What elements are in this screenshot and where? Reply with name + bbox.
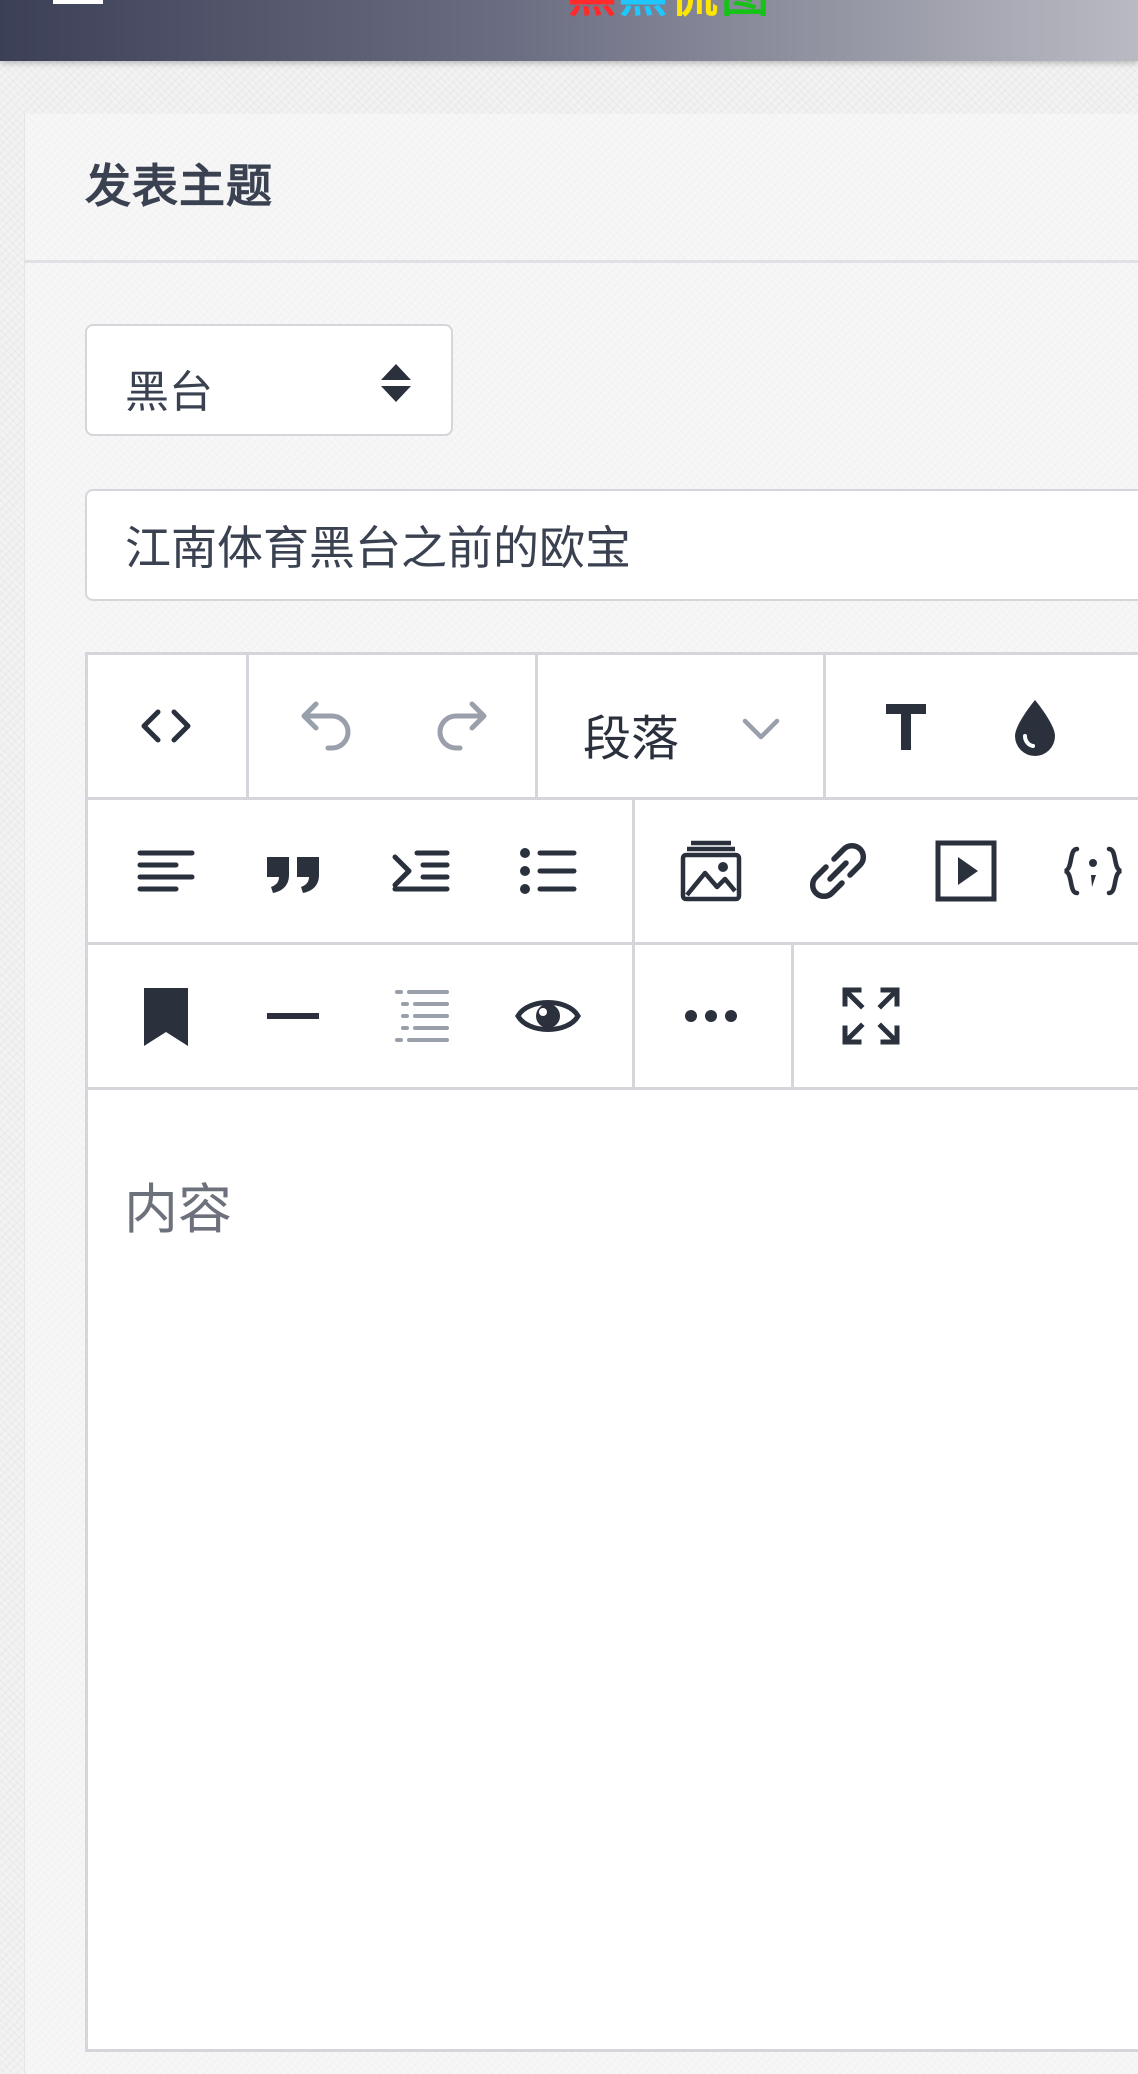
toolbar-separator (791, 945, 794, 1087)
more-icon[interactable] (676, 981, 746, 1051)
chevron-down-icon (742, 718, 780, 740)
toolbar-separator (535, 655, 538, 797)
unordered-list-icon[interactable] (513, 836, 583, 906)
site-logo[interactable]: 黑 黑 侃 图 (568, 0, 769, 20)
title-divider (24, 260, 1138, 263)
menu-icon[interactable] (53, 0, 103, 4)
insert-link-icon[interactable] (803, 836, 873, 906)
page-title: 发表主题 (85, 159, 273, 213)
toolbar-separator (632, 945, 635, 1087)
insert-video-icon[interactable] (931, 836, 1001, 906)
rich-text-editor[interactable]: 段落 内容 (85, 652, 1138, 2052)
category-select[interactable]: 黑台 (85, 324, 453, 436)
redo-icon[interactable] (425, 691, 495, 761)
toolbar-row-3 (88, 945, 1138, 1090)
bookmark-icon[interactable] (131, 981, 201, 1051)
top-navbar: 黑 黑 侃 图 (0, 0, 1138, 61)
logo-char-3: 侃 (670, 0, 718, 20)
fullscreen-icon[interactable] (836, 981, 906, 1051)
ordered-list-icon[interactable] (386, 981, 456, 1051)
horizontal-rule-icon[interactable] (258, 981, 328, 1051)
align-left-icon[interactable] (131, 836, 201, 906)
text-style-icon[interactable] (871, 691, 941, 761)
topic-title-input[interactable] (85, 489, 1138, 601)
code-block-icon[interactable] (1058, 836, 1128, 906)
indent-icon[interactable] (386, 836, 456, 906)
logo-char-1: 黑 (568, 0, 616, 20)
code-view-icon[interactable] (131, 691, 201, 761)
editor-content-placeholder[interactable]: 内容 (124, 1165, 232, 1244)
insert-image-icon[interactable] (676, 836, 746, 906)
toolbar-row-2 (88, 800, 1138, 945)
preview-eye-icon[interactable] (513, 981, 583, 1051)
toolbar-separator (632, 800, 635, 942)
sort-caret-icon (381, 364, 411, 402)
logo-char-4: 图 (721, 0, 769, 20)
font-size-icon[interactable] (1128, 691, 1138, 761)
paragraph-format-label: 段落 (583, 711, 680, 767)
quote-icon[interactable] (258, 836, 328, 906)
toolbar-separator (246, 655, 249, 797)
text-color-icon[interactable] (1000, 691, 1070, 761)
category-select-value: 黑台 (125, 367, 213, 418)
toolbar-row-1: 段落 (88, 655, 1138, 800)
logo-char-2: 黑 (619, 0, 667, 20)
undo-icon[interactable] (293, 691, 363, 761)
toolbar-separator (823, 655, 826, 797)
paragraph-format-dropdown[interactable]: 段落 (583, 691, 783, 767)
